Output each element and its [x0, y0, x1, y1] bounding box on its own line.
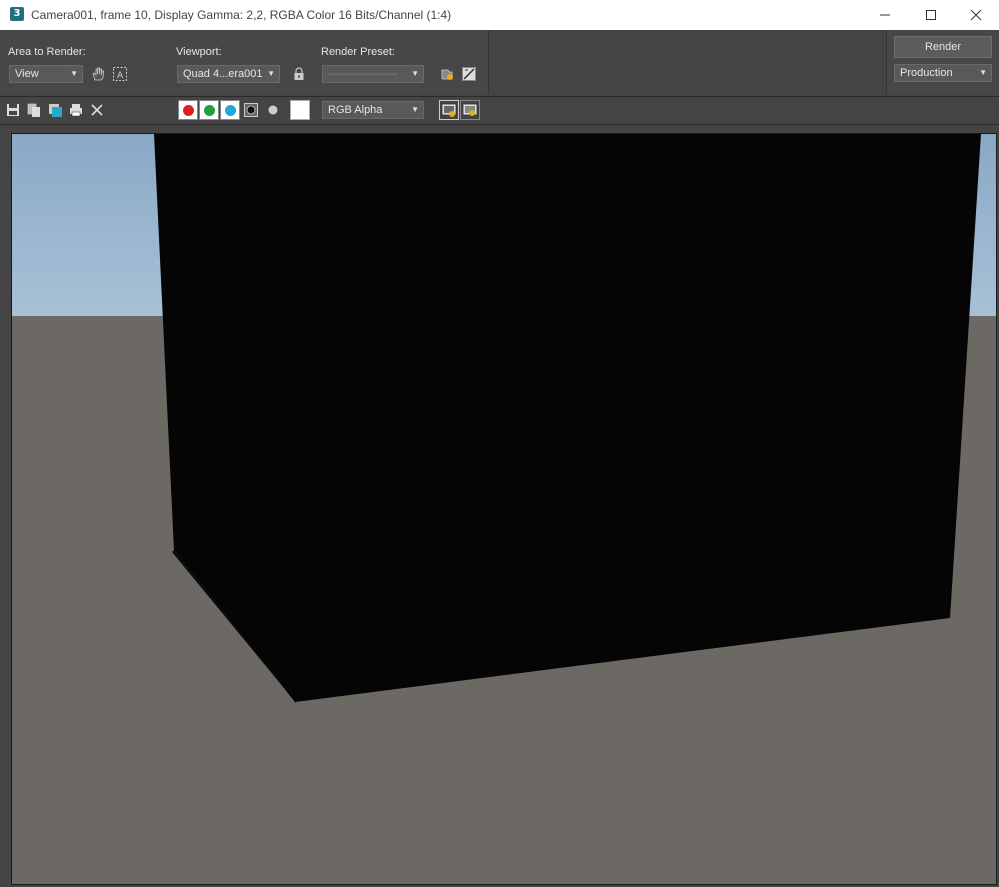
toggle-ui-button[interactable]	[460, 100, 480, 120]
svg-text:A: A	[117, 71, 124, 81]
green-channel-toggle[interactable]	[199, 100, 219, 120]
print-icon	[70, 104, 82, 117]
auto-region-button[interactable]: A	[111, 65, 129, 83]
render-setup-icon	[441, 69, 453, 80]
chevron-down-icon: ▼	[979, 68, 987, 77]
lock-viewport-button[interactable]	[290, 65, 308, 83]
save-image-button[interactable]	[4, 101, 22, 119]
toggle-ui-overlay-button[interactable]	[439, 100, 459, 120]
channel-display-value: RGB Alpha	[328, 104, 383, 116]
rendered-box	[154, 134, 981, 704]
red-channel-toggle[interactable]	[178, 100, 198, 120]
render-button[interactable]: Render	[894, 36, 992, 58]
render-preset-label: Render Preset:	[321, 46, 395, 58]
clear-button[interactable]	[88, 101, 106, 119]
chevron-down-icon: ▼	[411, 105, 419, 114]
alpha-icon	[244, 103, 258, 117]
render-preset-dropdown[interactable]: ------------------- ▼	[322, 65, 424, 83]
red-channel-icon	[182, 104, 194, 116]
copy-icon	[27, 103, 40, 117]
production-dropdown[interactable]: Production ▼	[894, 64, 992, 82]
viewport-dropdown[interactable]: Quad 4...era001 ▼	[177, 65, 280, 83]
clone-frame-button[interactable]	[46, 101, 64, 119]
chevron-down-icon: ▼	[267, 69, 275, 78]
app-icon: 3	[10, 7, 24, 21]
rendered-image	[11, 133, 997, 885]
area-to-render-label: Area to Render:	[8, 46, 86, 58]
window-title: Camera001, frame 10, Display Gamma: 2,2,…	[31, 8, 452, 22]
chevron-down-icon: ▼	[411, 69, 419, 78]
maximize-icon	[926, 10, 936, 20]
viewport-label: Viewport:	[176, 46, 222, 58]
display-alpha-button[interactable]	[242, 101, 260, 119]
blue-channel-toggle[interactable]	[220, 100, 240, 120]
maximize-button[interactable]	[908, 0, 954, 30]
edit-region-button[interactable]	[89, 65, 107, 83]
production-value: Production	[900, 67, 953, 79]
monochrome-button[interactable]	[264, 101, 282, 119]
environment-effects-button[interactable]	[460, 65, 478, 83]
hand-icon	[92, 67, 104, 81]
title-bar: 3 Camera001, frame 10, Display Gamma: 2,…	[0, 0, 999, 31]
blue-channel-icon	[224, 104, 236, 116]
frame-buffer-toolbar: RGB Alpha ▼	[0, 97, 999, 125]
clone-icon	[49, 104, 62, 117]
close-button[interactable]	[953, 0, 999, 30]
minimize-icon	[880, 14, 890, 16]
save-icon	[7, 104, 19, 116]
minimize-button[interactable]	[862, 0, 908, 30]
background-color-swatch[interactable]	[290, 100, 310, 120]
close-icon	[970, 9, 982, 21]
chevron-down-icon: ▼	[70, 69, 78, 78]
viewport-value: Quad 4...era001	[183, 68, 263, 80]
region-select-icon: A	[113, 67, 127, 81]
lock-icon	[294, 67, 304, 80]
clone-window-button[interactable]	[25, 101, 43, 119]
rendered-frame-area	[0, 125, 999, 887]
render-settings-bar: Area to Render: View ▼ A Viewport: Quad …	[0, 30, 999, 97]
green-channel-icon	[203, 104, 215, 116]
environment-icon	[462, 67, 476, 81]
toggle-ui-icon	[462, 103, 478, 116]
close-icon	[91, 104, 103, 116]
render-preset-value: -------------------	[328, 68, 398, 80]
render-settings-panel: Area to Render: View ▼ A Viewport: Quad …	[0, 30, 489, 94]
channel-display-dropdown[interactable]: RGB Alpha ▼	[322, 101, 424, 119]
render-setup-button[interactable]	[438, 65, 456, 83]
monochrome-icon	[268, 105, 278, 115]
area-to-render-value: View	[15, 68, 39, 80]
area-to-render-dropdown[interactable]: View ▼	[9, 65, 83, 83]
print-button[interactable]	[67, 101, 85, 119]
ui-overlay-icon	[441, 103, 457, 117]
